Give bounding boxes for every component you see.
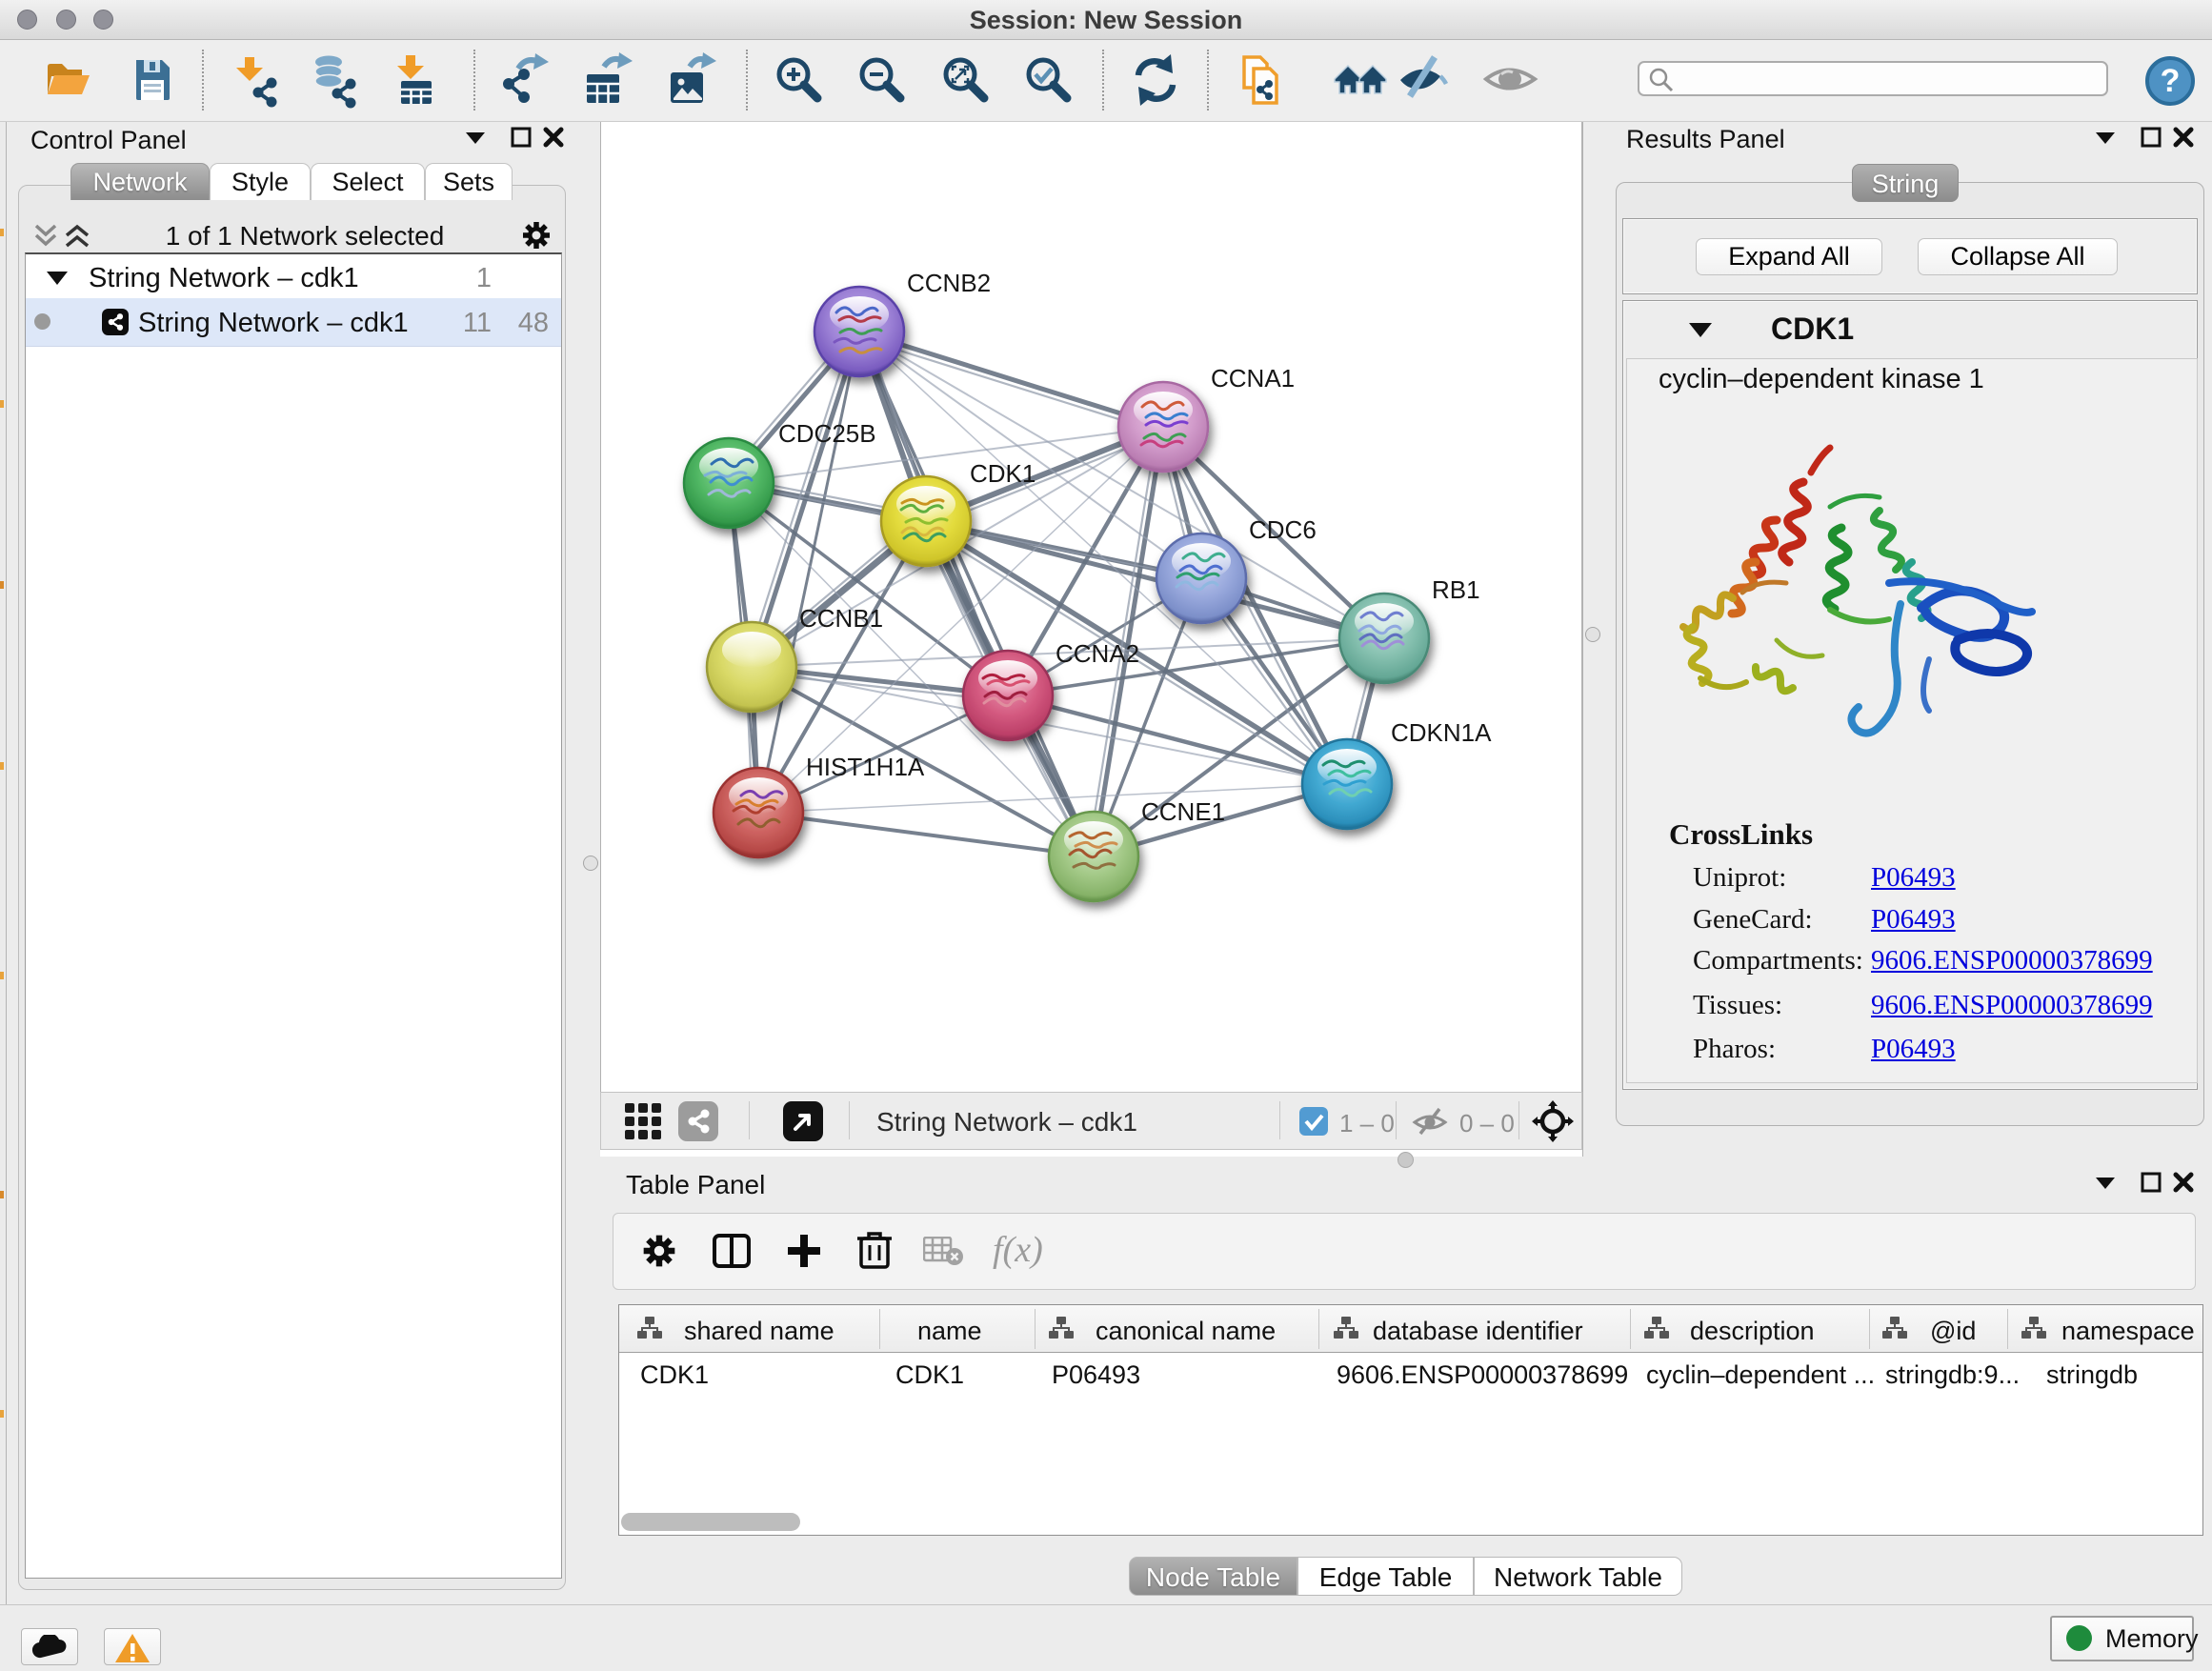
svg-text:CCNA1: CCNA1 <box>1211 364 1295 393</box>
svg-text:CDC25B: CDC25B <box>778 419 876 448</box>
svg-text:CDK1: CDK1 <box>970 459 1036 488</box>
svg-text:HIST1H1A: HIST1H1A <box>806 753 925 781</box>
svg-text:CCNB1: CCNB1 <box>799 604 883 633</box>
svg-text:CCNB2: CCNB2 <box>907 269 991 297</box>
svg-text:?: ? <box>2161 63 2181 99</box>
svg-text:CDKN1A: CDKN1A <box>1391 718 1492 747</box>
svg-text:CCNA2: CCNA2 <box>1056 639 1139 668</box>
svg-text:CDC6: CDC6 <box>1249 515 1317 544</box>
svg-text:CCNE1: CCNE1 <box>1141 797 1225 826</box>
svg-text:RB1: RB1 <box>1432 575 1480 604</box>
